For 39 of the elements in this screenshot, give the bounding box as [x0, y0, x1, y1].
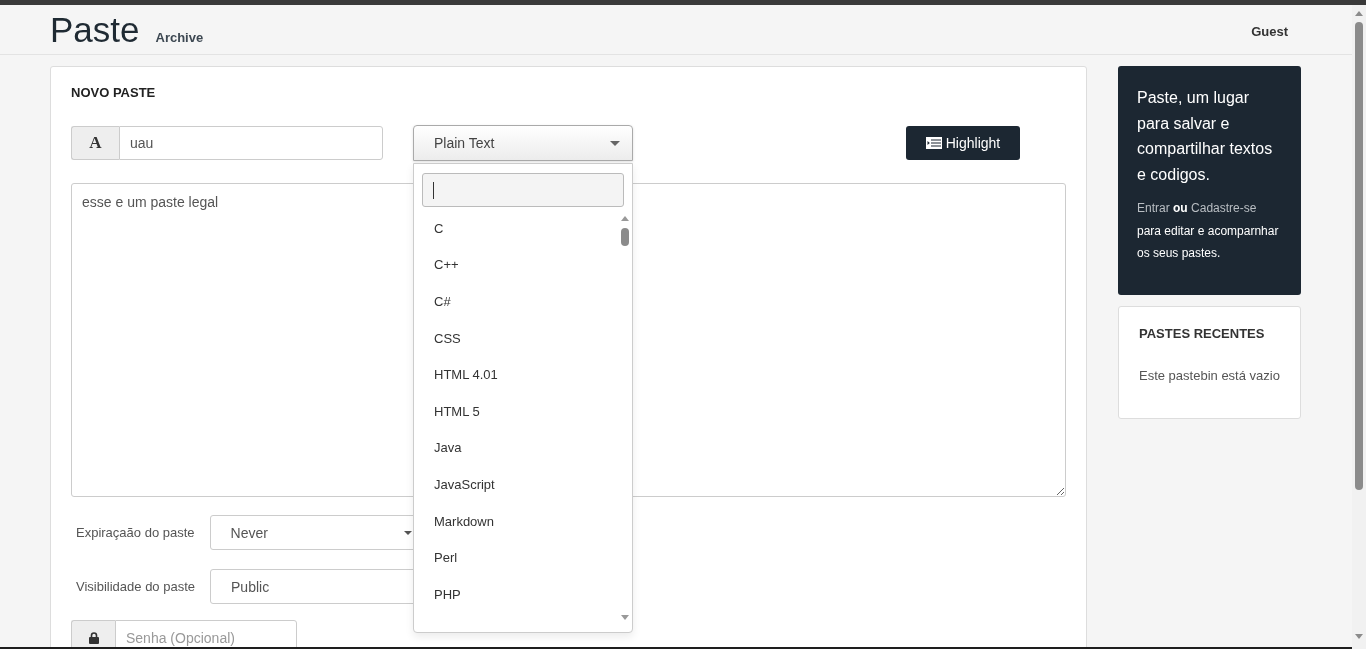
language-select[interactable]: Plain Text: [413, 125, 633, 161]
highlight-button[interactable]: Highlight: [906, 126, 1020, 160]
text-lines-icon: [925, 137, 942, 149]
scroll-up-arrow-icon[interactable]: [1355, 11, 1363, 16]
separator-text: ou: [1173, 201, 1188, 215]
scroll-down-arrow-icon[interactable]: [621, 615, 629, 620]
language-option[interactable]: HTML 5: [414, 392, 618, 430]
auth-note: para editar e acomparnhar os seus pastes.: [1137, 222, 1280, 262]
lock-icon: [88, 631, 99, 644]
language-option[interactable]: C++: [414, 246, 618, 284]
visibility-label: Visibilidade do paste: [75, 579, 195, 594]
scroll-down-arrow-icon[interactable]: [1355, 634, 1363, 639]
language-option[interactable]: CSS: [414, 319, 618, 357]
language-option[interactable]: C#: [414, 283, 618, 320]
page-scrollbar[interactable]: [1352, 5, 1366, 649]
caret-icon: [403, 530, 412, 535]
language-option[interactable]: Java: [414, 429, 618, 467]
scroll-up-arrow-icon[interactable]: [621, 216, 629, 221]
title-input[interactable]: uau: [119, 126, 383, 160]
empty-message: Este pastebin está vazio: [1139, 366, 1280, 385]
language-option[interactable]: HTML 4.01: [414, 356, 618, 393]
search-field[interactable]: [422, 173, 624, 207]
user-name[interactable]: Guest: [1251, 23, 1288, 39]
scrollbar-thumb[interactable]: [621, 228, 629, 246]
form-heading: NOVO PASTE: [71, 84, 157, 102]
text-cursor: [433, 181, 434, 199]
archive-link[interactable]: Archive: [155, 30, 204, 45]
login-link[interactable]: Entrar: [1137, 201, 1170, 215]
scrollbar-thumb[interactable]: [1355, 22, 1363, 490]
expiration-label: Expiraçaão do paste: [75, 525, 195, 540]
font-addon: A: [71, 126, 119, 160]
site-logo[interactable]: Paste: [50, 12, 140, 47]
caret-icon: [610, 140, 620, 146]
recent-pastes-heading: PASTES RECENTES: [1139, 324, 1266, 343]
intro-text: Paste, um lugar para salvar e compartilhar textos e codigos.: [1137, 88, 1274, 185]
signup-link[interactable]: Cadastre-se: [1191, 201, 1257, 215]
language-option[interactable]: JavaScript: [414, 466, 618, 503]
password-input[interactable]: Senha (Opcional): [115, 620, 297, 647]
language-option[interactable]: C: [414, 210, 618, 247]
